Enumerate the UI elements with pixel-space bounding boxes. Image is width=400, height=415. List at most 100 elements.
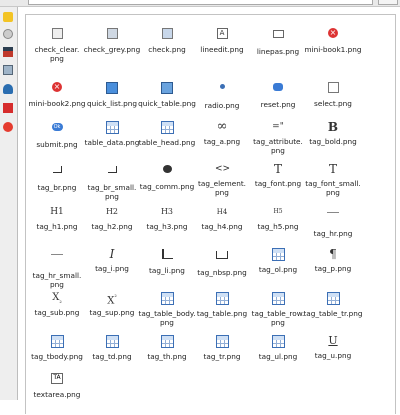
tools-icon[interactable] bbox=[3, 65, 13, 75]
file-item[interactable]: tag_table_body. png bbox=[137, 291, 197, 335]
file-name: table_head.png bbox=[138, 138, 196, 147]
file-item[interactable]: H2 tag_h2.png bbox=[82, 205, 142, 249]
pin-icon[interactable] bbox=[3, 122, 13, 132]
sidebar bbox=[0, 7, 18, 400]
file-name: tag_sub.png bbox=[34, 308, 80, 317]
file-item[interactable]: tag_tr.png bbox=[192, 334, 252, 378]
file-item[interactable]: tag_table_tr.png bbox=[303, 291, 363, 335]
file-name: tag_i.png bbox=[95, 264, 129, 273]
file-item[interactable]: tag_th.png bbox=[137, 334, 197, 378]
file-item[interactable]: H3 tag_h3.png bbox=[137, 205, 197, 249]
file-item[interactable]: check.png bbox=[137, 26, 197, 70]
file-item[interactable]: tag_comm.png bbox=[137, 162, 197, 206]
mini-book-icon: × bbox=[52, 82, 62, 92]
link-icon: ∞ bbox=[216, 119, 228, 134]
file-item[interactable]: reset.png bbox=[248, 80, 308, 124]
file-name: select.png bbox=[314, 99, 352, 108]
file-name: table_data.png bbox=[84, 138, 140, 147]
file-item[interactable]: <> tag_element. png bbox=[192, 162, 252, 206]
file-item[interactable]: Alineedit.png bbox=[192, 26, 252, 70]
file-item[interactable]: tag_ul.png bbox=[248, 334, 308, 378]
file-item[interactable]: tag_table.png bbox=[192, 291, 252, 335]
nbsp-icon bbox=[215, 251, 229, 265]
file-item[interactable]: tag_table_row. png bbox=[248, 291, 308, 335]
file-item[interactable]: tag_br.png bbox=[27, 162, 87, 206]
hr-icon bbox=[50, 254, 64, 268]
h3-icon: H3 bbox=[160, 207, 174, 216]
h1-icon: H1 bbox=[50, 207, 64, 217]
file-name: tag_font_small. png bbox=[305, 179, 361, 197]
file-item[interactable]: H5 tag_h5.png bbox=[248, 205, 308, 249]
file-item[interactable]: check_grey.png bbox=[82, 26, 142, 70]
table-icon bbox=[271, 292, 285, 306]
file-item[interactable]: quick_list.png bbox=[82, 80, 142, 124]
file-name: tag_br_small. png bbox=[87, 183, 137, 201]
go-button[interactable] bbox=[378, 0, 398, 5]
reset-icon bbox=[271, 83, 285, 97]
file-item[interactable]: tag_li.png bbox=[137, 247, 197, 291]
file-name: tag_font.png bbox=[254, 179, 302, 188]
file-item[interactable]: tag_br_small. png bbox=[82, 162, 142, 206]
ol-icon bbox=[271, 248, 285, 262]
file-item[interactable]: linepas.png bbox=[248, 26, 308, 70]
file-item[interactable]: =" tag_attribute. png bbox=[248, 120, 308, 164]
file-item[interactable]: ¶ tag_p.png bbox=[303, 247, 363, 291]
file-item[interactable]: Ok submit.png bbox=[27, 120, 87, 164]
bookmark-icon[interactable] bbox=[3, 47, 13, 57]
mail-icon[interactable] bbox=[3, 84, 13, 94]
file-name: check_clear. png bbox=[34, 45, 80, 63]
file-item[interactable]: × mini-book1.png bbox=[303, 26, 363, 70]
file-name: tag_hr_small. png bbox=[32, 271, 82, 289]
file-item[interactable]: H1 tag_h1.png bbox=[27, 205, 87, 249]
file-name: tag_h5.png bbox=[257, 222, 299, 231]
file-item[interactable]: X₂ tag_sub.png bbox=[27, 291, 87, 335]
file-item[interactable]: select.png bbox=[303, 80, 363, 124]
file-item[interactable]: TA textarea.png bbox=[27, 371, 87, 415]
file-item[interactable]: table_data.png bbox=[82, 120, 142, 164]
attribute-icon: =" bbox=[272, 122, 284, 132]
file-item[interactable]: Ttag_font_small. png bbox=[303, 162, 363, 206]
file-item[interactable]: × mini-book2.png bbox=[27, 80, 87, 124]
table-icon bbox=[160, 121, 174, 135]
quick-table-icon bbox=[160, 82, 174, 96]
star-icon[interactable] bbox=[3, 12, 13, 22]
table-icon bbox=[105, 121, 119, 135]
radio-icon bbox=[215, 84, 229, 98]
table-icon bbox=[50, 335, 64, 349]
file-item[interactable]: tag_nbsp.png bbox=[192, 247, 252, 291]
file-item[interactable]: Ttag_font.png bbox=[248, 162, 308, 206]
file-name: tag_nbsp.png bbox=[197, 268, 247, 277]
textarea-icon: TA bbox=[50, 373, 64, 387]
file-name: quick_list.png bbox=[86, 99, 138, 108]
font-icon: T bbox=[328, 162, 337, 176]
br-icon bbox=[50, 166, 64, 180]
file-item[interactable]: Itag_i.png bbox=[82, 247, 142, 291]
file-item[interactable]: table_head.png bbox=[137, 120, 197, 164]
file-name: tag_table.png bbox=[196, 309, 248, 318]
file-item[interactable]: quick_table.png bbox=[137, 80, 197, 124]
file-item[interactable]: Utag_u.png bbox=[303, 334, 363, 378]
file-item[interactable]: check_clear. png bbox=[27, 26, 87, 70]
file-name: check.png bbox=[148, 45, 186, 54]
li-icon bbox=[160, 249, 174, 263]
lineedit-icon: A bbox=[215, 28, 229, 42]
url-field[interactable] bbox=[28, 0, 373, 5]
check-icon bbox=[160, 28, 174, 42]
file-name: tag_tr.png bbox=[203, 352, 241, 361]
book-icon[interactable] bbox=[3, 103, 13, 113]
file-item[interactable]: Btag_bold.png bbox=[303, 120, 363, 164]
file-name: mini-book1.png bbox=[304, 45, 362, 54]
file-item[interactable]: tag_hr_small. png bbox=[27, 247, 87, 291]
file-item[interactable]: X² tag_sup.png bbox=[82, 291, 142, 335]
file-item[interactable]: H4 tag_h4.png bbox=[192, 205, 252, 249]
file-item[interactable]: ∞ tag_a.png bbox=[192, 120, 252, 164]
file-item[interactable]: tag_td.png bbox=[82, 334, 142, 378]
file-item[interactable]: tag_ol.png bbox=[248, 247, 308, 291]
element-icon: <> bbox=[215, 164, 231, 174]
file-name: tag_h1.png bbox=[36, 222, 78, 231]
file-item[interactable]: tag_hr.png bbox=[303, 205, 363, 249]
history-icon[interactable] bbox=[3, 29, 13, 39]
file-item[interactable]: radio.png bbox=[192, 80, 252, 124]
h4-icon: H4 bbox=[216, 208, 228, 216]
bold-icon: B bbox=[327, 120, 339, 134]
